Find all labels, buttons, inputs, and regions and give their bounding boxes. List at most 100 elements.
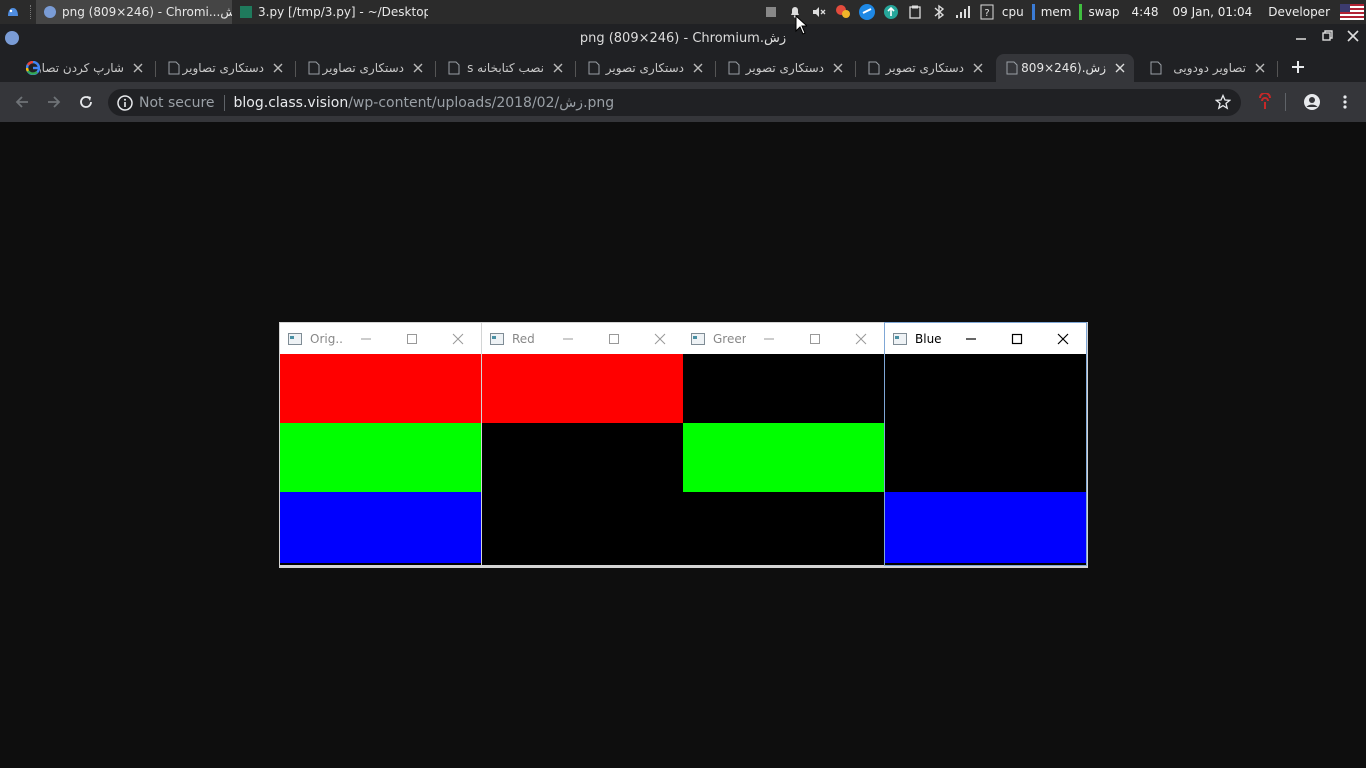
opencv-window-blue[interactable]: Blue — [884, 322, 1087, 566]
tab-current-image[interactable]: زش.(246×809 — [996, 54, 1134, 82]
minimize-window-button[interactable] — [1294, 29, 1308, 47]
page-icon — [868, 61, 882, 75]
tab-image-manipulation-2[interactable]: دستکاری تصاویر — [298, 54, 432, 82]
maximize-icon — [609, 333, 619, 344]
task-label: 3.py [/tmp/3.py] - ~/Desktop... — [258, 5, 428, 19]
maximize-button[interactable] — [591, 323, 637, 354]
clipboard-icon[interactable] — [906, 3, 924, 21]
maximize-window-button[interactable] — [1320, 29, 1334, 47]
clock-time[interactable]: 4:48 — [1132, 5, 1159, 19]
profile-button[interactable] — [1302, 92, 1322, 112]
close-tab-icon[interactable] — [412, 62, 424, 74]
close-tab-icon[interactable] — [132, 62, 144, 74]
task-chromium[interactable]: png (809×246) - Chromi...زش — [36, 0, 232, 24]
close-tab-icon[interactable] — [692, 62, 704, 74]
screen-icon[interactable] — [762, 3, 780, 21]
signal-icon[interactable] — [954, 3, 972, 21]
task-label: png (809×246) - Chromi...زش — [62, 5, 232, 19]
extension-button[interactable] — [1255, 92, 1275, 112]
url-path: /wp-content/uploads/2018/02/زش.png — [348, 94, 615, 111]
vpn-icon[interactable] — [858, 3, 876, 21]
volume-muted-icon[interactable] — [810, 3, 828, 21]
extension-icon — [1259, 93, 1271, 109]
page-icon — [1006, 61, 1020, 75]
taskbar-separator — [30, 5, 32, 19]
forward-button[interactable] — [44, 92, 64, 112]
close-tab-icon[interactable] — [272, 62, 284, 74]
chromium-icon — [5, 31, 19, 45]
tab-install-library[interactable]: نصب کتابخانه s — [438, 54, 572, 82]
network-status-icon[interactable] — [834, 3, 852, 21]
help-icon[interactable]: ? — [978, 3, 996, 21]
us-flag-icon[interactable] — [1340, 3, 1364, 21]
tab-divider — [295, 61, 296, 77]
color-band-top — [683, 354, 884, 423]
app-launcher-button[interactable] — [0, 0, 26, 24]
mouse-cursor-icon — [795, 15, 807, 35]
close-button[interactable] — [1040, 323, 1086, 354]
color-band-top — [885, 354, 1086, 423]
reload-button[interactable] — [76, 92, 96, 112]
color-band-top — [482, 354, 683, 423]
chromium-icon — [44, 6, 56, 18]
back-button[interactable] — [12, 92, 32, 112]
close-tab-icon[interactable] — [1114, 62, 1126, 74]
channel-canvas — [482, 354, 683, 563]
update-icon[interactable] — [882, 3, 900, 21]
security-status-label[interactable]: Not secure — [139, 95, 215, 111]
info-icon[interactable] — [117, 94, 133, 111]
minimize-icon — [361, 338, 371, 339]
tab-divider — [575, 61, 576, 77]
minimize-button[interactable] — [343, 323, 389, 354]
close-button[interactable] — [838, 323, 884, 354]
bluetooth-icon[interactable] — [930, 3, 948, 21]
opencv-window-red[interactable]: Red — [482, 323, 683, 565]
tab-sharpening[interactable]: شارپ کردن تصاویر — [16, 54, 152, 82]
window-title: png (809×246) - Chromium.زش — [579, 30, 787, 46]
page-icon — [308, 61, 322, 75]
browser-titlebar: png (809×246) - Chromium.زش — [0, 24, 1366, 52]
page-icon — [168, 61, 182, 75]
maximize-icon — [810, 333, 820, 344]
displayed-image[interactable]: Orig... Red — [279, 322, 1088, 568]
address-bar[interactable]: Not secure blog.class.vision/wp-content/… — [108, 89, 1241, 116]
task-pycharm[interactable]: 3.py [/tmp/3.py] - ~/Desktop... — [232, 0, 428, 24]
close-button[interactable] — [637, 323, 683, 354]
tab-label: دستکاری تصاویر — [322, 61, 404, 75]
maximize-button[interactable] — [389, 323, 435, 354]
opencv-window-green[interactable]: Green — [683, 323, 884, 565]
tab-label: دستکاری تصویر — [885, 61, 964, 75]
window-app-icon — [288, 332, 302, 345]
tab-image-manipulation-3[interactable]: دستکاری تصویر — [578, 54, 712, 82]
pycharm-icon — [240, 6, 252, 18]
reload-icon — [80, 96, 92, 108]
tab-binary-images[interactable]: تصاویر دودویی — [1140, 54, 1274, 82]
close-tab-icon[interactable] — [552, 62, 564, 74]
color-band-middle — [280, 423, 481, 492]
new-tab-button[interactable] — [1288, 57, 1308, 77]
maximize-button[interactable] — [994, 323, 1040, 354]
mem-label: mem — [1040, 5, 1072, 19]
tab-image-manipulation-4[interactable]: دستکاری تصویر — [718, 54, 852, 82]
clock-date[interactable]: 09 Jan, 01:04 — [1172, 5, 1252, 19]
minimize-button[interactable] — [948, 323, 994, 354]
opencv-window-original[interactable]: Orig... — [280, 323, 481, 565]
window-app-icon — [490, 332, 504, 345]
window-title: Orig... — [310, 331, 343, 346]
bookmark-star-icon[interactable] — [1214, 93, 1232, 110]
tab-image-manipulation-1[interactable]: دستکاری تصاویر — [158, 54, 292, 82]
close-window-button[interactable] — [1346, 29, 1360, 47]
minimize-button[interactable] — [746, 323, 792, 354]
close-tab-icon[interactable] — [1254, 62, 1266, 74]
close-tab-icon[interactable] — [832, 62, 844, 74]
tab-image-manipulation-5[interactable]: دستکاری تصویر — [858, 54, 992, 82]
url-host: blog.class.vision — [233, 94, 349, 111]
maximize-button[interactable] — [792, 323, 838, 354]
minimize-button[interactable] — [545, 323, 591, 354]
close-button[interactable] — [435, 323, 481, 354]
close-tab-icon[interactable] — [972, 62, 984, 74]
color-band-bottom — [280, 492, 481, 563]
menu-button[interactable] — [1335, 92, 1355, 112]
account-icon — [1304, 94, 1320, 110]
user-name[interactable]: Developer — [1268, 5, 1330, 19]
